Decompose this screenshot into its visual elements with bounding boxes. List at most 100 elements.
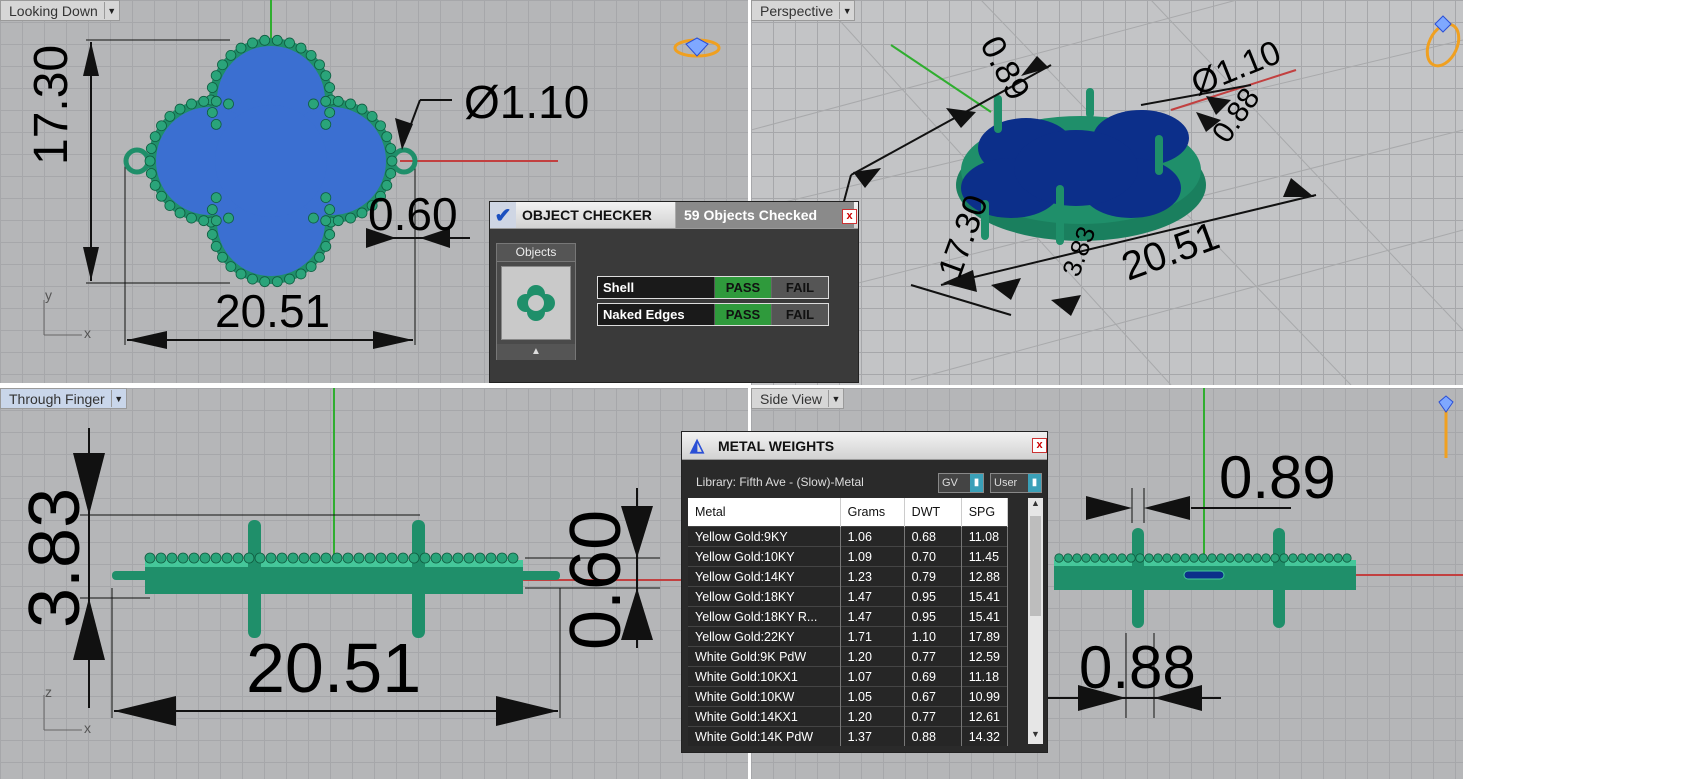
grams-cell: 1.47	[840, 606, 905, 627]
library-label: Library: Fifth Ave - (Slow)-Metal	[696, 475, 864, 489]
metal-cell: Yellow Gold:18KY	[688, 586, 841, 607]
dim-height: 3.83	[15, 487, 95, 628]
table-scrollbar[interactable]: ▲ ▼	[1028, 498, 1043, 744]
grams-cell: 1.07	[840, 666, 905, 687]
pass-button[interactable]: PASS	[714, 277, 771, 298]
table-row[interactable]: Yellow Gold:18KY R... 1.47 0.95 15.41	[688, 606, 1009, 627]
table-row[interactable]: White Gold:10KX1 1.07 0.69 11.18	[688, 666, 1009, 687]
gv-select[interactable]: GV ▮	[938, 473, 984, 493]
spg-cell: 11.08	[961, 526, 1009, 547]
object-thumbnail[interactable]	[501, 266, 571, 340]
chevron-down-icon: ▮	[1028, 474, 1041, 492]
viewport-tab-perspective[interactable]: Perspective ▼	[751, 0, 856, 21]
metal-weights-panel[interactable]: ◭ METAL WEIGHTS x Library: Fifth Ave - (…	[681, 431, 1048, 753]
user-select[interactable]: User ▮	[990, 473, 1042, 493]
col-header-grams[interactable]: Grams	[840, 498, 905, 527]
fail-button[interactable]: FAIL	[771, 304, 828, 325]
scroll-down-icon[interactable]: ▼	[1028, 729, 1043, 744]
dwt-cell: 0.67	[904, 686, 962, 707]
dwt-cell: 0.88	[904, 726, 962, 746]
axis-label-x: x	[84, 720, 91, 736]
dwt-cell: 0.68	[904, 526, 962, 547]
spg-cell: 15.41	[961, 586, 1009, 607]
metal-weights-title: METAL WEIGHTS	[718, 437, 835, 454]
col-header-dwt[interactable]: DWT	[904, 498, 962, 527]
dwt-cell: 0.70	[904, 546, 962, 567]
metal-cell: White Gold:10KX1	[688, 666, 841, 687]
spg-cell: 14.32	[961, 726, 1009, 746]
table-row[interactable]: Yellow Gold:14KY 1.23 0.79 12.88	[688, 566, 1009, 587]
fail-button[interactable]: FAIL	[771, 277, 828, 298]
viewport-tab-through-finger[interactable]: Through Finger ▼	[0, 388, 127, 409]
pass-button[interactable]: PASS	[714, 304, 771, 325]
chevron-down-icon[interactable]: ▼	[828, 390, 843, 407]
scrollbar-thumb[interactable]	[1030, 516, 1041, 616]
spg-cell: 12.61	[961, 706, 1009, 727]
spg-cell: 11.45	[961, 546, 1009, 567]
table-row[interactable]: Yellow Gold:10KY 1.09 0.70 11.45	[688, 546, 1009, 567]
check-name: Shell	[603, 280, 635, 295]
scroll-up-icon[interactable]: ▲	[1028, 498, 1043, 513]
axis-label-z: z	[45, 684, 52, 700]
object-checker-panel[interactable]: ✔ OBJECT CHECKER 59 Objects Checked x Ob…	[489, 201, 859, 383]
table-row[interactable]: Yellow Gold:22KY 1.71 1.10 17.89	[688, 626, 1009, 647]
grams-cell: 1.05	[840, 686, 905, 707]
metal-weights-titlebar[interactable]: ◭ METAL WEIGHTS	[682, 432, 1047, 460]
table-row[interactable]: Yellow Gold:9KY 1.06 0.68 11.08	[688, 526, 1009, 547]
viewport-tab-side-view[interactable]: Side View ▼	[751, 388, 845, 409]
metal-cell: Yellow Gold:22KY	[688, 626, 841, 647]
axis-label-x: x	[84, 325, 91, 341]
axis-label-y: y	[45, 287, 52, 303]
metal-cell: White Gold:14KX1	[688, 706, 841, 727]
chevron-down-icon: ▮	[970, 474, 983, 492]
grams-cell: 1.20	[840, 646, 905, 667]
objects-box: Objects ▲	[496, 243, 576, 360]
grams-cell: 1.37	[840, 726, 905, 746]
table-row[interactable]: White Gold:14KX1 1.20 0.77 12.61	[688, 706, 1009, 727]
grams-cell: 1.71	[840, 626, 905, 647]
table-row[interactable]: White Gold:14K PdW 1.37 0.88 14.32	[688, 726, 1009, 746]
viewport-label: Looking Down	[9, 2, 98, 19]
spg-cell: 15.41	[961, 606, 1009, 627]
object-checker-title: OBJECT CHECKER	[522, 207, 652, 223]
dim-top: 0.89	[1219, 444, 1336, 511]
chevron-down-icon[interactable]: ▼	[839, 2, 854, 19]
table-row[interactable]: Yellow Gold:18KY 1.47 0.95 15.41	[688, 586, 1009, 607]
viewport-label: Side View	[760, 390, 823, 407]
dwt-cell: 1.10	[904, 626, 962, 647]
dim-width: 20.51	[246, 629, 422, 707]
viewport-label: Through Finger	[9, 390, 105, 407]
metal-cell: Yellow Gold:14KY	[688, 566, 841, 587]
check-name: Naked Edges	[603, 307, 685, 322]
spg-cell: 11.18	[961, 666, 1009, 687]
table-row[interactable]: White Gold:10KW 1.05 0.67 10.99	[688, 686, 1009, 707]
user-select-value: User	[994, 477, 1018, 489]
col-header-metal[interactable]: Metal	[688, 498, 841, 527]
dwt-cell: 0.77	[904, 706, 962, 727]
dim-width: 20.51	[215, 285, 331, 337]
objects-label: Objects	[497, 244, 575, 262]
spg-cell: 12.88	[961, 566, 1009, 587]
dwt-cell: 0.69	[904, 666, 962, 687]
object-checker-titlebar[interactable]: ✔ OBJECT CHECKER 59 Objects Checked	[490, 202, 858, 229]
close-icon[interactable]: x	[1032, 438, 1047, 453]
clover-object-icon	[517, 285, 555, 321]
dim-bottom: 0.88	[1079, 634, 1196, 701]
check-row-naked-edges: Naked Edges PASS FAIL	[597, 303, 829, 326]
chevron-down-icon[interactable]: ▼	[103, 2, 119, 19]
col-header-spg[interactable]: SPG	[961, 498, 1009, 527]
metal-cell: White Gold:10KW	[688, 686, 841, 707]
table-row[interactable]: White Gold:9K PdW 1.20 0.77 12.59	[688, 646, 1009, 667]
dim-gap: 0.60	[368, 188, 458, 240]
viewport-tab-looking-down[interactable]: Looking Down ▼	[0, 0, 120, 21]
scroll-up-icon[interactable]: ▲	[497, 344, 575, 360]
spg-cell: 17.89	[961, 626, 1009, 647]
chevron-down-icon[interactable]: ▼	[110, 390, 126, 407]
grams-cell: 1.06	[840, 526, 905, 547]
close-icon[interactable]: x	[842, 209, 857, 224]
metal-cell: Yellow Gold:18KY R...	[688, 606, 841, 627]
viewport-through-finger[interactable]: Through Finger ▼ 3.83 20.51 0.60 z x	[0, 388, 748, 779]
dwt-cell: 0.79	[904, 566, 962, 587]
dwt-cell: 0.95	[904, 586, 962, 607]
metal-cell: Yellow Gold:10KY	[688, 546, 841, 567]
